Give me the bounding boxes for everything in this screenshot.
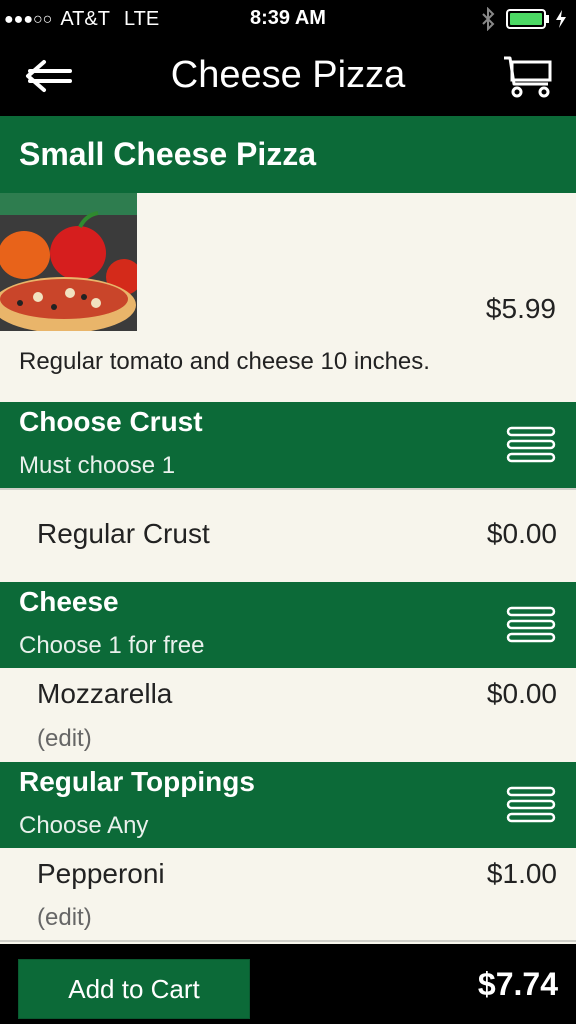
bluetooth-icon [482,7,495,31]
option-name: Regular Crust [37,518,210,549]
menu-lines-icon[interactable] [506,606,556,644]
nav-bar: Cheese Pizza [0,38,576,116]
option-row-mozzarella[interactable]: Mozzarella $0.00 (edit) [0,668,576,762]
option-name: Mozzarella [37,678,173,709]
edit-link[interactable]: (edit) [37,904,92,932]
option-row-pepperoni[interactable]: Pepperoni $1.00 (edit) [0,848,576,944]
item-description: Regular tomato and cheese 10 inches. [19,348,430,375]
cart-icon[interactable] [502,54,554,98]
option-name: Pepperoni [37,858,165,889]
status-bar: ●●●○○ AT&T LTE 8:39 AM [0,0,576,38]
charging-bolt-icon [556,10,566,28]
section-subtitle: Choose 1 for free [19,632,205,659]
option-row-regular-crust[interactable]: Regular Crust $0.00 [0,490,576,582]
item-name: Small Cheese Pizza [19,136,317,172]
menu-lines-icon[interactable] [506,426,556,464]
section-header-toppings[interactable]: Regular Toppings Choose Any [0,762,576,848]
section-subtitle: Choose Any [19,812,149,839]
option-price: $0.00 [486,518,557,549]
option-price: $1.00 [486,858,557,889]
add-to-cart-button[interactable]: Add to Cart [18,959,250,1019]
section-title: Regular Toppings [19,766,255,797]
bottom-bar: Add to Cart $7.74 [0,944,576,1024]
section-header-cheese[interactable]: Cheese Choose 1 for free [0,582,576,668]
item-price: $5.99 [485,293,556,324]
section-subtitle: Must choose 1 [19,452,176,479]
page-title: Cheese Pizza [170,54,406,96]
item-header: Small Cheese Pizza [0,116,576,193]
edit-link[interactable]: (edit) [37,725,92,753]
option-price: $0.00 [486,678,557,709]
order-total: $7.74 [477,966,558,1002]
product-area: $5.99 Regular tomato and cheese 10 inche… [0,193,576,401]
section-header-crust[interactable]: Choose Crust Must choose 1 [0,402,576,488]
pizza-image [0,193,137,331]
divider [0,940,576,942]
battery-icon [506,9,549,29]
menu-lines-icon[interactable] [506,786,556,824]
section-title: Choose Crust [19,406,203,437]
section-title: Cheese [19,586,119,617]
